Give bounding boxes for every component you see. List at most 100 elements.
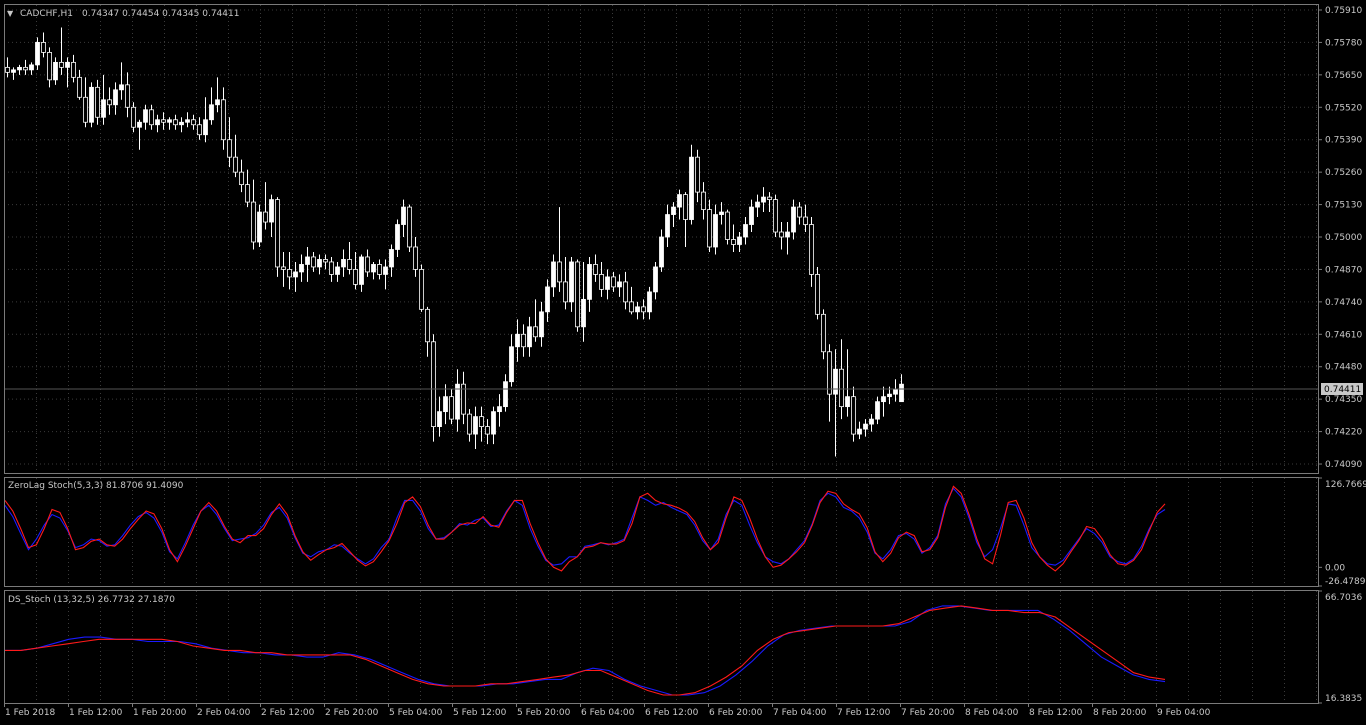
candle-up	[371, 264, 376, 273]
candle-down	[323, 259, 328, 263]
candle-up	[389, 249, 394, 268]
candle-down	[701, 191, 706, 210]
candle-down	[233, 156, 238, 173]
candle-down	[221, 99, 226, 141]
candle-down	[23, 66, 28, 71]
candle-up	[569, 261, 574, 303]
y-tick-label: 0.74610	[1325, 330, 1362, 340]
x-tick-label: 8 Feb 04:00	[965, 708, 1019, 718]
candle-down	[245, 184, 250, 203]
candle-up	[65, 61, 70, 68]
x-tick-label: 2 Feb 12:00	[261, 708, 315, 718]
x-tick-label: 1 Feb 2018	[5, 708, 56, 718]
candle-down	[563, 281, 568, 303]
candle-down	[353, 269, 358, 285]
candle-down	[821, 313, 826, 353]
candle-down	[611, 276, 616, 288]
candle-up	[545, 286, 550, 313]
candle-up	[185, 119, 190, 123]
candle-down	[731, 239, 736, 245]
candle-down	[521, 333, 526, 348]
candle-down	[125, 84, 130, 108]
candle-up	[341, 259, 346, 268]
candle-down	[311, 256, 316, 268]
candle-up	[395, 224, 400, 250]
candle-up	[719, 211, 724, 215]
candle-down	[329, 261, 334, 275]
candle-up	[899, 383, 904, 403]
y-tick-label: 0.74220	[1325, 428, 1362, 438]
y-tick-label: 0.00	[1325, 563, 1345, 573]
y-tick-label: 0.75390	[1325, 136, 1362, 146]
candle-up	[119, 84, 124, 91]
y-tick-label: 0.75650	[1325, 71, 1362, 81]
candle-up	[443, 396, 448, 413]
candle-down	[173, 119, 178, 126]
candle-up	[875, 401, 880, 420]
candle-up	[179, 121, 184, 126]
candle-up	[257, 211, 262, 243]
candle-down	[623, 281, 628, 303]
candle-up	[659, 236, 664, 268]
candle-up	[209, 104, 214, 121]
x-tick-label: 7 Feb 04:00	[773, 708, 827, 718]
x-tick-label: 2 Feb 04:00	[197, 708, 251, 718]
chart-dropdown-icon[interactable]: ▼	[7, 9, 14, 18]
y-tick-label: 0.75780	[1325, 38, 1362, 48]
candle-up	[101, 99, 106, 118]
candle-up	[509, 346, 514, 383]
price-axis: 0.75910 0.75780 0.75650 0.75520 0.75390 0.752…	[1318, 6, 1362, 470]
current-price-label: 0.74411	[1324, 385, 1361, 395]
candle-down	[131, 106, 136, 128]
candle-down	[347, 259, 352, 270]
candle-up	[383, 266, 388, 275]
candle-down	[287, 269, 292, 278]
candle-up	[713, 214, 718, 248]
candle-down	[485, 426, 490, 435]
candle-up	[785, 231, 790, 238]
candle-down	[797, 206, 802, 218]
candle-up	[515, 333, 520, 348]
candle-up	[335, 266, 340, 275]
y-tick-label: 0.75910	[1325, 6, 1362, 16]
candle-down	[239, 171, 244, 186]
candle-down	[803, 216, 808, 225]
candle-down	[851, 396, 856, 435]
candle-up	[845, 396, 850, 408]
candle-down	[365, 256, 370, 273]
x-tick-label: 6 Feb 12:00	[645, 708, 699, 718]
candle-down	[779, 231, 784, 238]
y-tick-label: 0.74480	[1325, 363, 1362, 373]
candle-down	[773, 199, 778, 233]
x-tick-label: 6 Feb 04:00	[581, 708, 635, 718]
y-tick-label: 126.7669	[1325, 480, 1366, 490]
candle-up	[155, 119, 160, 126]
y-tick-label: 0.75520	[1325, 103, 1362, 113]
x-tick-label: 6 Feb 20:00	[709, 708, 763, 718]
candle-up	[401, 206, 406, 225]
candle-down	[281, 266, 286, 270]
y-tick-label: 0.75000	[1325, 233, 1362, 243]
symbol-label: CADCHF,H1	[20, 9, 73, 19]
candle-up	[29, 64, 34, 71]
ohlc-label: 0.74347 0.74454 0.74345 0.74411	[82, 9, 239, 19]
candle-down	[557, 261, 562, 283]
candle-up	[749, 206, 754, 225]
candle-down	[263, 211, 268, 223]
y-tick-label: 66.7036	[1325, 593, 1362, 603]
candle-up	[581, 298, 586, 328]
candle-up	[437, 411, 442, 428]
x-tick-label: 5 Feb 04:00	[389, 708, 443, 718]
candle-down	[47, 51, 52, 81]
zerolag-title: ZeroLag Stoch(5,3,3) 81.8706 91.4090	[8, 481, 184, 491]
candle-down	[413, 246, 418, 270]
x-tick-label: 8 Feb 12:00	[1029, 708, 1083, 718]
candle-up	[35, 42, 40, 66]
candle-up	[653, 266, 658, 293]
candle-down	[839, 368, 844, 408]
candle-up	[137, 121, 142, 128]
candle-up	[167, 119, 172, 123]
chart-canvas[interactable]: 0.75910 0.75780 0.75650 0.75520 0.75390 0.752…	[0, 0, 1366, 725]
candle-down	[95, 86, 100, 118]
y-tick-label: 16.3835	[1325, 694, 1362, 704]
